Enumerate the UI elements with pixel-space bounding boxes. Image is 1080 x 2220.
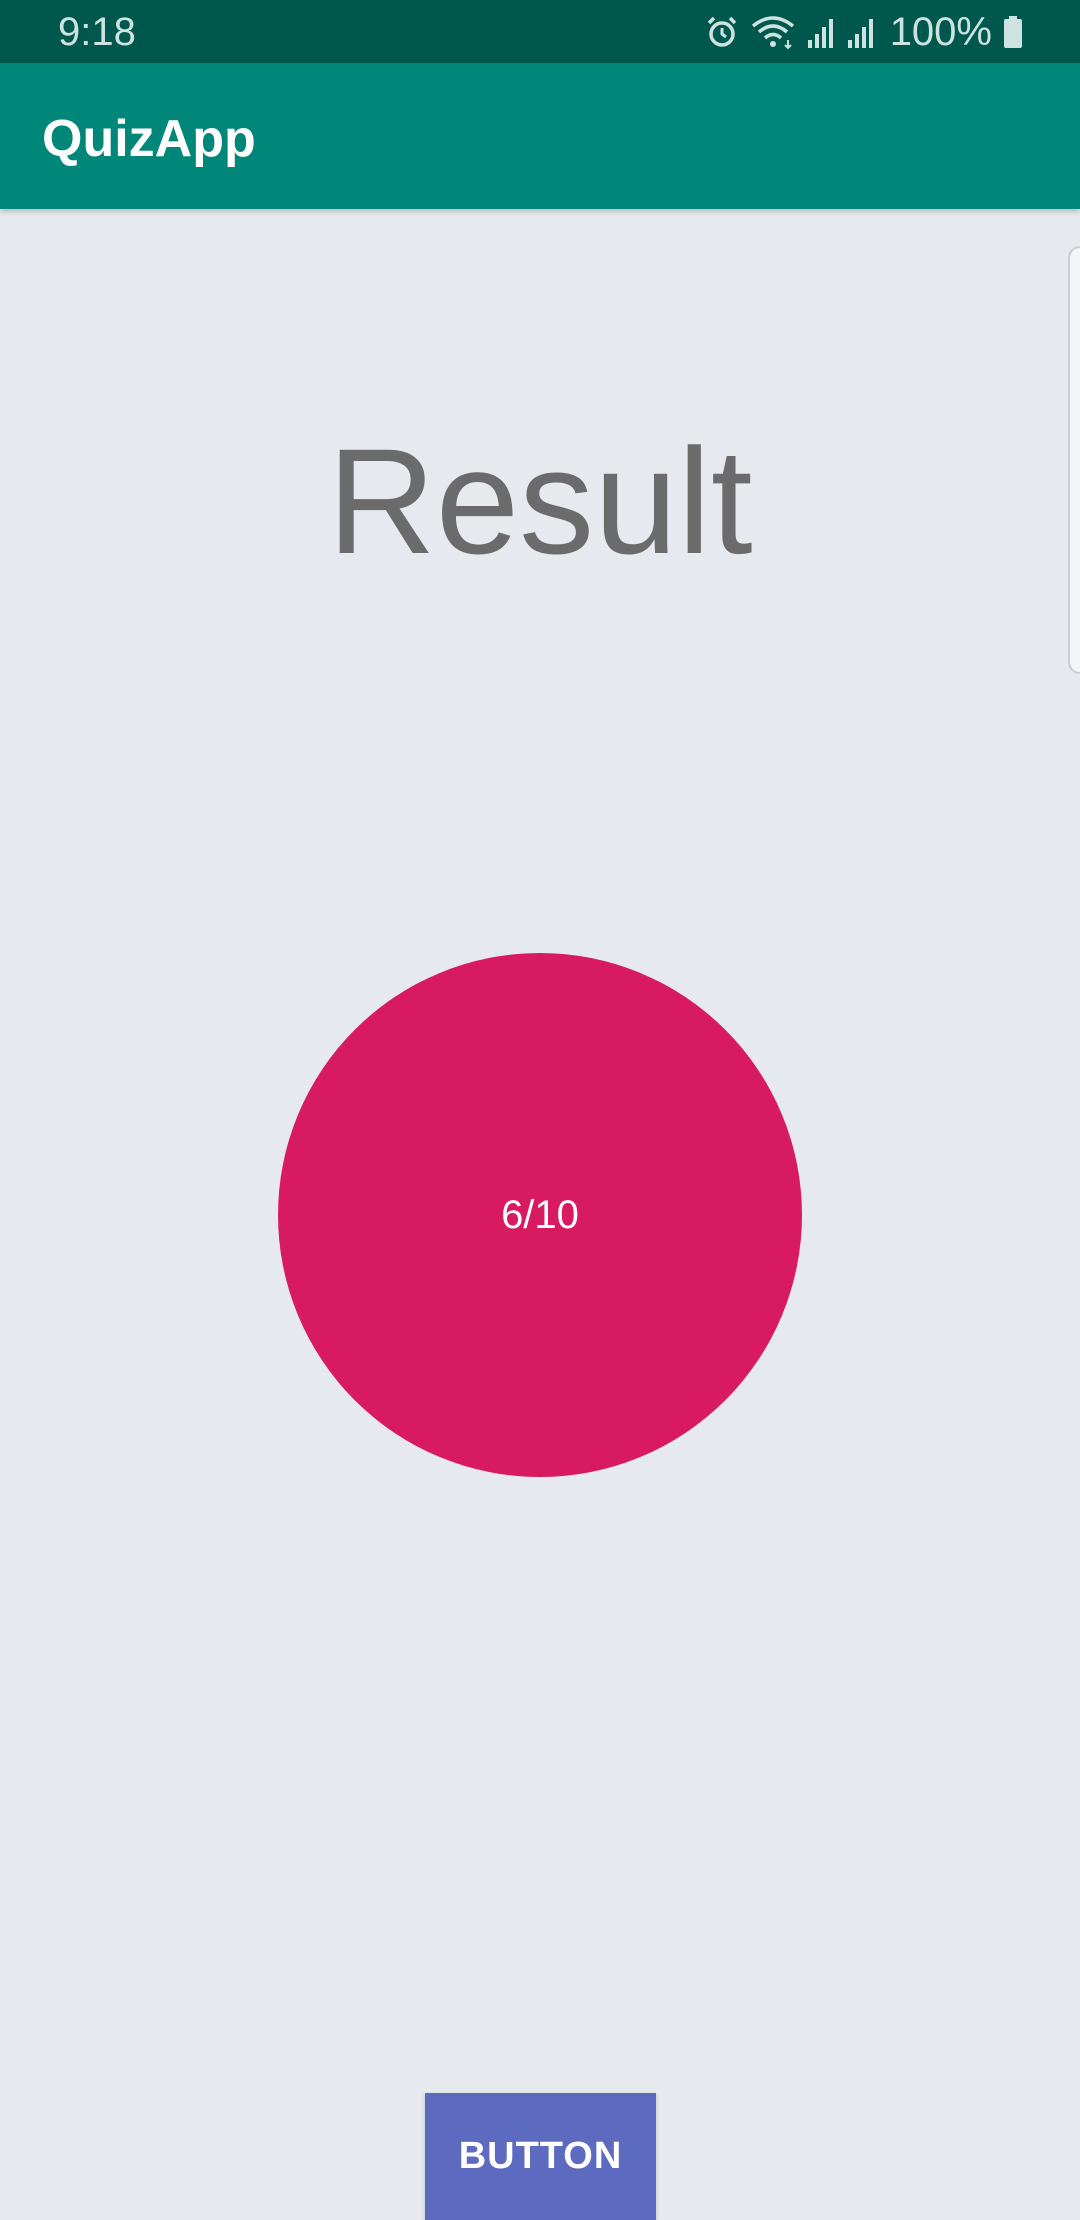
signal-icon: [806, 14, 836, 50]
app-title: QuizApp: [42, 110, 256, 168]
status-time: 9:18: [58, 10, 136, 54]
result-heading: Result: [327, 417, 753, 585]
battery-percent: 100%: [889, 10, 992, 54]
status-icons: 100%: [704, 6, 1024, 58]
score-circle: 6/10: [278, 953, 802, 1477]
action-button[interactable]: BUTTON: [425, 2093, 656, 2220]
battery-icon: [1002, 14, 1024, 50]
app-bar: QuizApp: [0, 63, 1080, 209]
signal-icon: [846, 14, 876, 50]
score-text: 6/10: [501, 1193, 579, 1237]
status-bar: 9:18 100%: [0, 0, 1080, 63]
wifi-icon: [750, 14, 796, 50]
alarm-icon: [704, 14, 740, 50]
